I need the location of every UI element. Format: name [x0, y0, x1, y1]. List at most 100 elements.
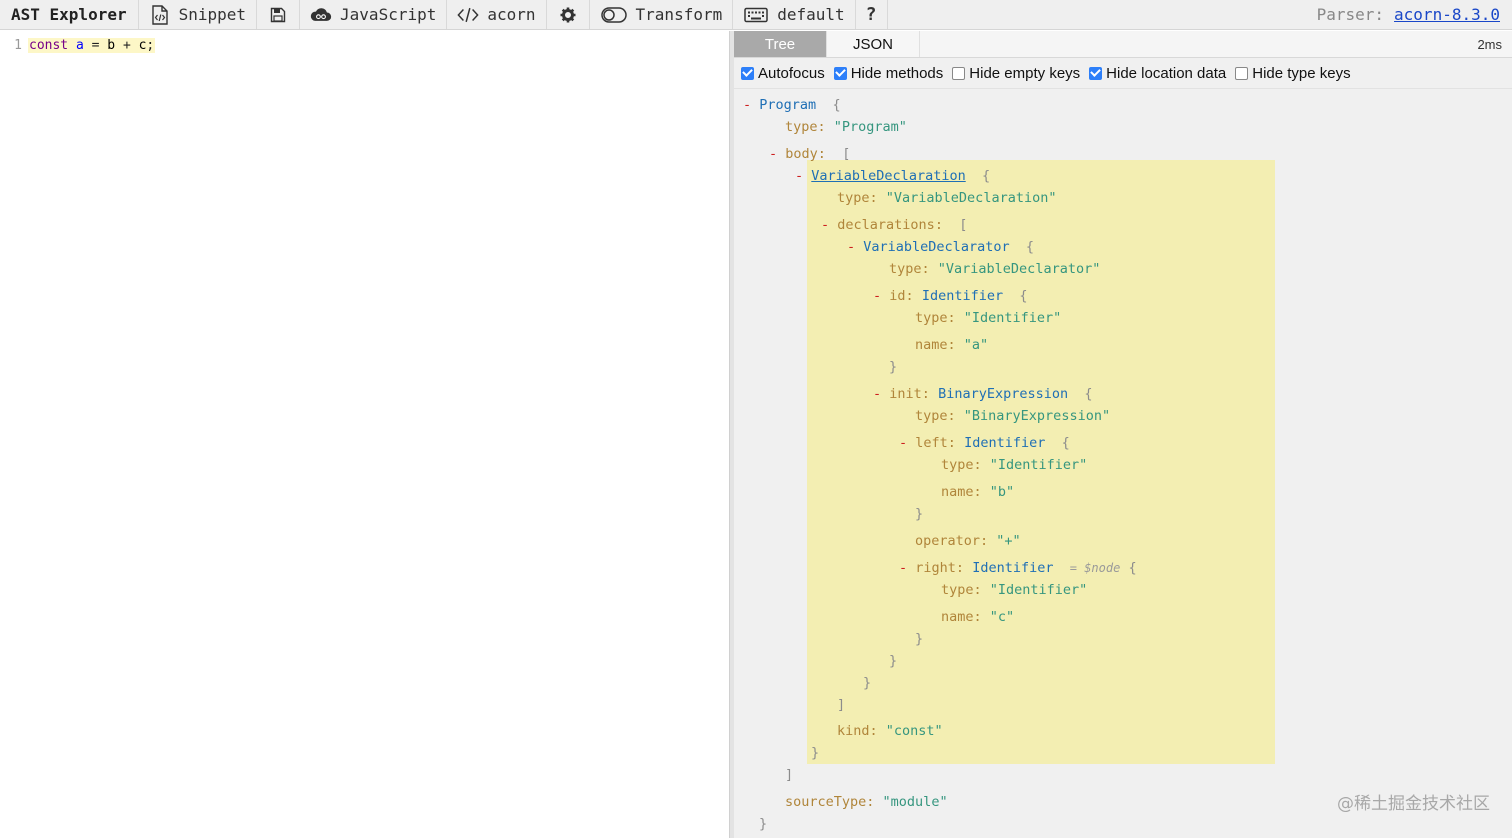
tree-prop: type: "BinaryExpression" — [915, 407, 1110, 425]
collapse-toggle[interactable]: - — [873, 386, 881, 402]
transform-label: Transform — [635, 5, 723, 24]
prop-key: left: — [915, 435, 956, 451]
node-name[interactable]: Identifier — [922, 288, 1003, 304]
save-button[interactable] — [257, 0, 301, 29]
tree-node-variable-declarator[interactable]: - VariableDeclarator { — [847, 238, 1034, 256]
checkbox[interactable] — [952, 66, 966, 80]
brace: { — [1084, 386, 1093, 402]
tree-node-right[interactable]: - right: Identifier = $node { — [899, 559, 1137, 577]
collapse-toggle[interactable]: - — [899, 435, 907, 451]
bracket: ] — [785, 767, 794, 783]
tree-prop: type: "Identifier" — [941, 456, 1087, 474]
prop-key: type: — [837, 190, 878, 206]
line-number: 1 — [14, 37, 22, 53]
tree-prop: type: "Identifier" — [915, 309, 1061, 327]
help-button[interactable]: ? — [856, 0, 888, 29]
prop-key: right: — [915, 560, 965, 576]
tree-node-init[interactable]: - init: BinaryExpression { — [873, 385, 1093, 403]
option-label: Hide empty keys — [969, 64, 1081, 82]
prop-key: type: — [941, 582, 982, 598]
tree-prop-body[interactable]: - body: [ — [769, 145, 850, 163]
tab-tree[interactable]: Tree — [734, 31, 827, 57]
prop-key: sourceType: — [785, 794, 875, 810]
collapse-toggle[interactable]: - — [743, 97, 751, 113]
snippet-button[interactable]: Snippet — [139, 0, 258, 29]
code-identifier: a — [75, 37, 84, 53]
parser-select[interactable]: acorn — [447, 0, 547, 29]
brace: } — [889, 359, 898, 375]
prop-value: "Identifier" — [989, 582, 1088, 598]
prop-value: "a" — [963, 337, 989, 353]
tree-prop: type: "Identifier" — [941, 581, 1087, 599]
keymap-label: default — [777, 5, 845, 24]
option-label: Autofocus — [758, 64, 825, 82]
help-label: ? — [865, 4, 877, 25]
prop-key: name: — [915, 337, 956, 353]
option-hide-empty-keys[interactable]: Hide empty keys — [952, 65, 1080, 82]
prop-value: "+" — [996, 533, 1021, 549]
brace: { — [981, 168, 991, 184]
keymap-select[interactable]: default — [733, 0, 856, 29]
collapse-toggle[interactable]: - — [899, 560, 907, 576]
code-variable: b — [107, 37, 116, 53]
checkbox[interactable] — [833, 66, 847, 80]
prop-value: "module" — [882, 794, 948, 810]
collapse-toggle[interactable]: - — [821, 217, 829, 233]
collapse-toggle[interactable]: - — [873, 288, 881, 304]
tree-node-variable-declaration[interactable]: - VariableDeclaration { — [795, 167, 990, 185]
code-editor[interactable]: 1 const a = b + c; — [0, 31, 729, 838]
prop-value: "Identifier" — [989, 457, 1088, 473]
option-hide-type-keys[interactable]: Hide type keys — [1235, 65, 1351, 82]
code-text[interactable]: const a = b + c; — [28, 37, 156, 53]
tab-json[interactable]: JSON — [827, 31, 920, 57]
option-hide-methods[interactable]: Hide methods — [833, 65, 943, 82]
checkbox[interactable] — [1089, 66, 1103, 80]
brace: } — [811, 745, 820, 761]
tree-prop: type: "Program" — [785, 118, 907, 136]
ast-tree: - Program { type: "Program" - body: [ - … — [734, 90, 1512, 838]
toggle-off-icon — [600, 4, 628, 26]
language-select[interactable]: JavaScript — [300, 0, 448, 29]
collapse-toggle[interactable]: - — [847, 239, 855, 255]
checkbox[interactable] — [1235, 66, 1249, 80]
tree-node-id[interactable]: - id: Identifier { — [873, 287, 1028, 305]
node-name[interactable]: VariableDeclaration — [811, 168, 965, 184]
collapse-toggle[interactable]: - — [769, 146, 777, 162]
parser-info-label: Parser: — [1316, 5, 1385, 24]
parser-version-link[interactable]: acorn-8.3.0 — [1394, 5, 1500, 24]
tree-prop: type: "VariableDeclarator" — [889, 260, 1100, 278]
cloud-icon — [310, 4, 332, 26]
node-annotation: = $node — [1069, 561, 1121, 575]
prop-value: "Program" — [833, 119, 907, 135]
tree-prop-declarations[interactable]: - declarations: [ — [821, 216, 967, 234]
brace: { — [1025, 239, 1034, 255]
node-name[interactable]: Identifier — [964, 435, 1045, 451]
node-name[interactable]: VariableDeclarator — [863, 239, 1009, 255]
brace: } — [915, 631, 924, 647]
node-name[interactable]: Program — [759, 97, 816, 113]
prop-value: "c" — [989, 609, 1015, 625]
option-hide-location-data[interactable]: Hide location data — [1089, 65, 1226, 82]
output-panel: Tree JSON 2ms Autofocus Hide methods Hid… — [734, 31, 1512, 838]
code-keyword: const — [29, 37, 69, 53]
node-name[interactable]: BinaryExpression — [938, 386, 1068, 402]
option-label: Hide location data — [1106, 64, 1227, 82]
node-name[interactable]: Identifier — [972, 560, 1053, 576]
parser-settings-button[interactable] — [547, 0, 590, 29]
collapse-toggle[interactable]: - — [795, 168, 803, 184]
parse-time: 2ms — [1477, 36, 1502, 52]
prop-value: "BinaryExpression" — [963, 408, 1111, 424]
tree-node-program[interactable]: - Program { — [743, 96, 841, 114]
checkbox[interactable] — [741, 66, 754, 80]
bracket: ] — [837, 697, 846, 713]
prop-key: type: — [941, 457, 982, 473]
tree-node-left[interactable]: - left: Identifier { — [899, 434, 1070, 452]
bracket: [ — [959, 217, 968, 233]
transform-toggle[interactable]: Transform — [590, 0, 734, 29]
brace: } — [915, 506, 924, 522]
prop-key: operator: — [915, 533, 989, 549]
language-label: JavaScript — [340, 5, 437, 24]
code-line[interactable]: 1 const a = b + c; — [0, 36, 156, 54]
prop-key: body: — [785, 146, 826, 162]
option-autofocus[interactable]: Autofocus — [741, 65, 825, 82]
